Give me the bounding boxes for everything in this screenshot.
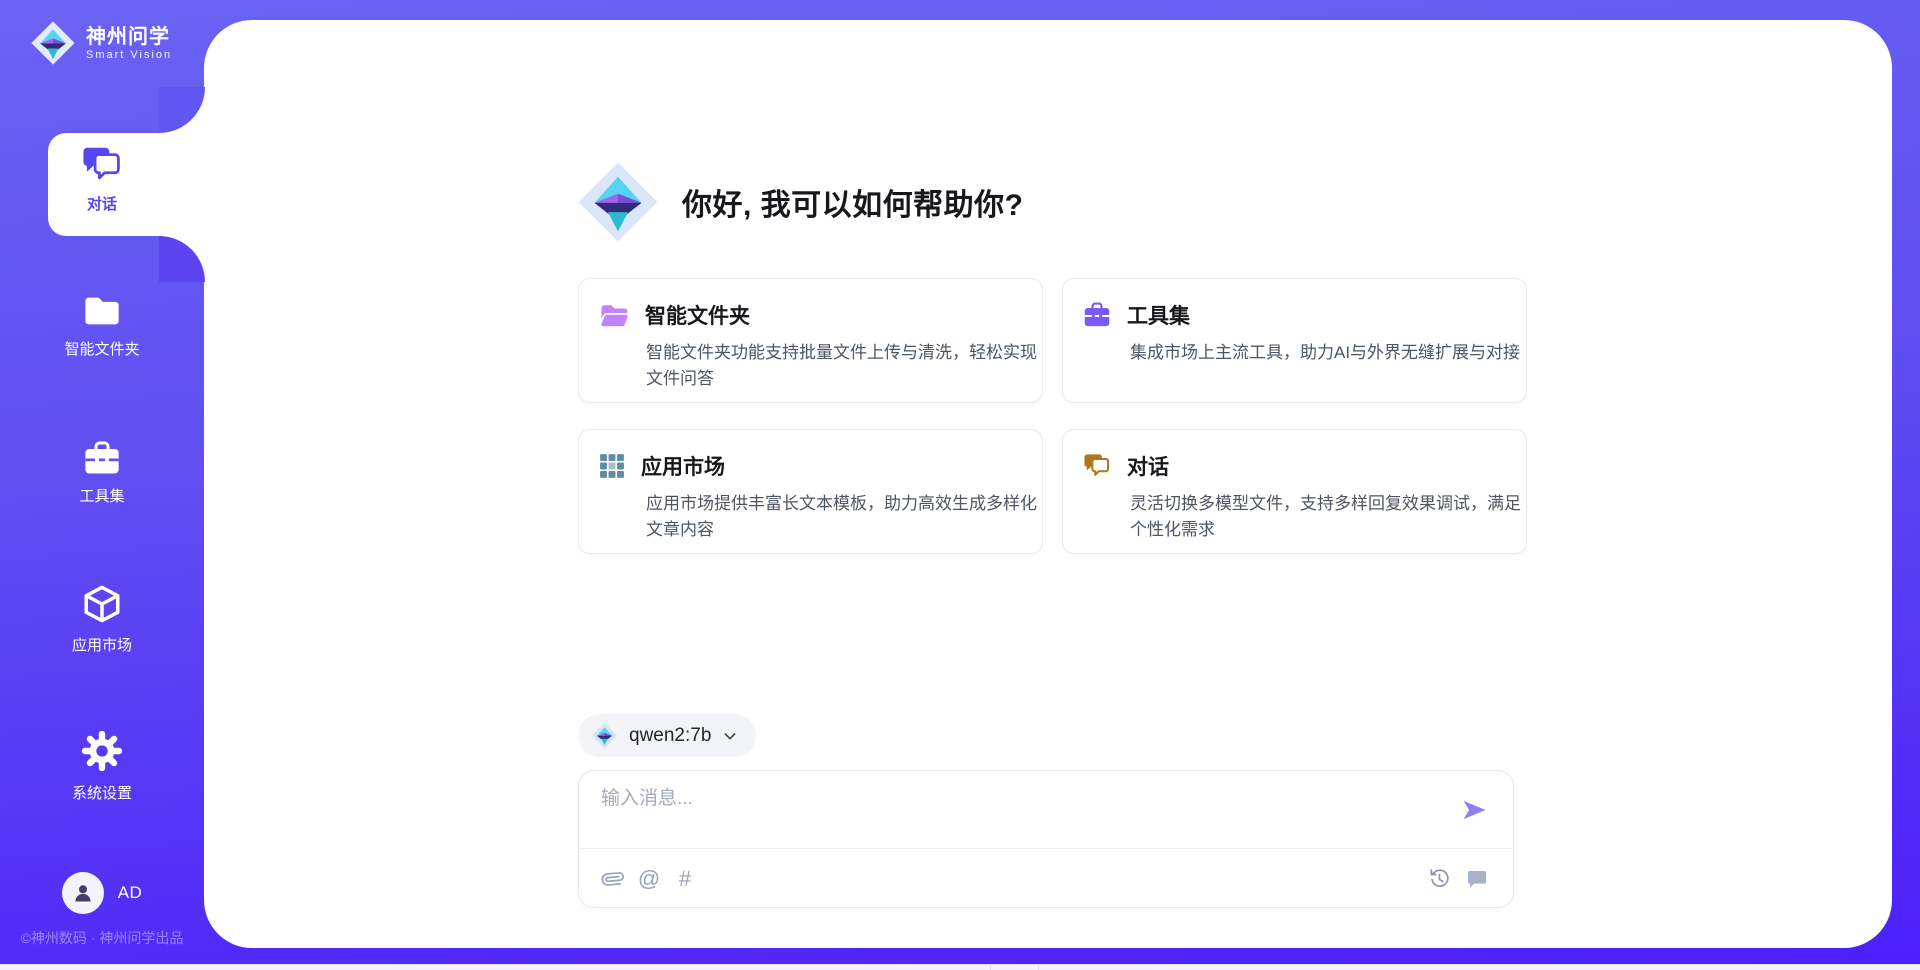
horizontal-scrollbar[interactable]	[0, 964, 1920, 970]
hash-icon[interactable]: #	[671, 865, 699, 893]
folder-icon	[82, 293, 122, 329]
card-title: 应用市场	[641, 451, 725, 481]
folder-open-icon	[599, 303, 629, 328]
card-title: 对话	[1127, 451, 1169, 481]
send-icon	[1460, 796, 1488, 824]
sidebar-item-chat[interactable]: 对话	[0, 146, 204, 214]
brand-name: 神州问学	[86, 26, 172, 49]
notch-curve-bottom	[159, 236, 205, 282]
copyright-text: ©神州数码 · 神州问学出品	[0, 928, 204, 948]
scrollbar-separator	[990, 965, 991, 970]
history-icon[interactable]	[1425, 865, 1453, 893]
feedback-icon[interactable]	[1463, 865, 1491, 893]
scrollbar-separator	[1038, 965, 1039, 970]
feature-card-chat[interactable]: 对话 灵活切换多模型文件，支持多样回复效果调试，满足个性化需求	[1062, 429, 1527, 554]
model-selector[interactable]: qwen2:7b	[578, 714, 756, 757]
feature-card-toolset[interactable]: 工具集 集成市场上主流工具，助力AI与外界无缝扩展与对接	[1062, 278, 1527, 403]
user-profile[interactable]: AD	[0, 872, 204, 914]
diamond-logo-icon	[576, 160, 660, 244]
user-name: AD	[118, 883, 143, 903]
card-description: 集成市场上主流工具，助力AI与外界无缝扩展与对接	[1130, 340, 1522, 366]
chat-icon	[1083, 453, 1111, 479]
person-icon	[70, 880, 96, 906]
composer: @ #	[578, 770, 1514, 908]
send-button[interactable]	[1459, 795, 1489, 825]
sidebar-item-toolset[interactable]: 工具集	[0, 441, 204, 506]
card-title: 工具集	[1127, 300, 1190, 330]
chat-icon	[81, 146, 123, 184]
sidebar-item-label: 工具集	[79, 485, 124, 506]
feature-card-smart-folder[interactable]: 智能文件夹 智能文件夹功能支持批量文件上传与清洗，轻松实现文件问答	[578, 278, 1043, 403]
sidebar-item-label: 对话	[87, 193, 117, 214]
notch-curve-top	[159, 87, 205, 133]
grid-icon	[599, 453, 625, 479]
briefcase-icon	[1083, 302, 1111, 328]
card-description: 应用市场提供丰富长文本模板，助力高效生成多样化文章内容	[646, 491, 1038, 544]
composer-toolbar: @ #	[579, 849, 1513, 908]
diamond-logo-icon	[591, 722, 618, 749]
brand-subtitle: Smart Vision	[86, 49, 172, 61]
mention-icon[interactable]: @	[635, 865, 663, 893]
card-description: 灵活切换多模型文件，支持多样回复效果调试，满足个性化需求	[1130, 491, 1522, 544]
sidebar-item-smart-folder[interactable]: 智能文件夹	[0, 293, 204, 359]
model-name: qwen2:7b	[629, 725, 711, 747]
card-title: 智能文件夹	[645, 300, 750, 330]
page-title: 你好, 我可以如何帮助你?	[682, 180, 1024, 224]
avatar	[62, 872, 104, 914]
composer-input-area	[579, 771, 1513, 849]
sidebar-item-app-market[interactable]: 应用市场	[0, 583, 204, 655]
chevron-down-icon	[722, 728, 738, 744]
sidebar-item-label: 应用市场	[72, 634, 132, 655]
briefcase-icon	[83, 441, 121, 476]
cube-icon	[81, 583, 123, 625]
main-panel: 你好, 我可以如何帮助你? 智能文件夹 智能文件夹功能支持批量文件上传与清洗，轻…	[204, 20, 1892, 948]
greeting: 你好, 我可以如何帮助你?	[576, 160, 1024, 244]
sidebar-item-label: 智能文件夹	[64, 338, 139, 359]
sidebar: 神州问学 Smart Vision 对话 智能文件夹	[0, 0, 204, 970]
feature-card-app-market[interactable]: 应用市场 应用市场提供丰富长文本模板，助力高效生成多样化文章内容	[578, 429, 1043, 554]
message-input[interactable]	[601, 783, 1411, 837]
card-description: 智能文件夹功能支持批量文件上传与清洗，轻松实现文件问答	[646, 340, 1038, 393]
sidebar-item-settings[interactable]: 系统设置	[0, 729, 204, 803]
app-root: 神州问学 Smart Vision 对话 智能文件夹	[0, 0, 1920, 970]
sidebar-item-label: 系统设置	[72, 782, 132, 803]
gear-icon	[80, 729, 124, 773]
paperclip-icon[interactable]	[599, 865, 627, 893]
diamond-logo-icon	[30, 20, 76, 66]
brand-logo: 神州问学 Smart Vision	[30, 20, 172, 66]
